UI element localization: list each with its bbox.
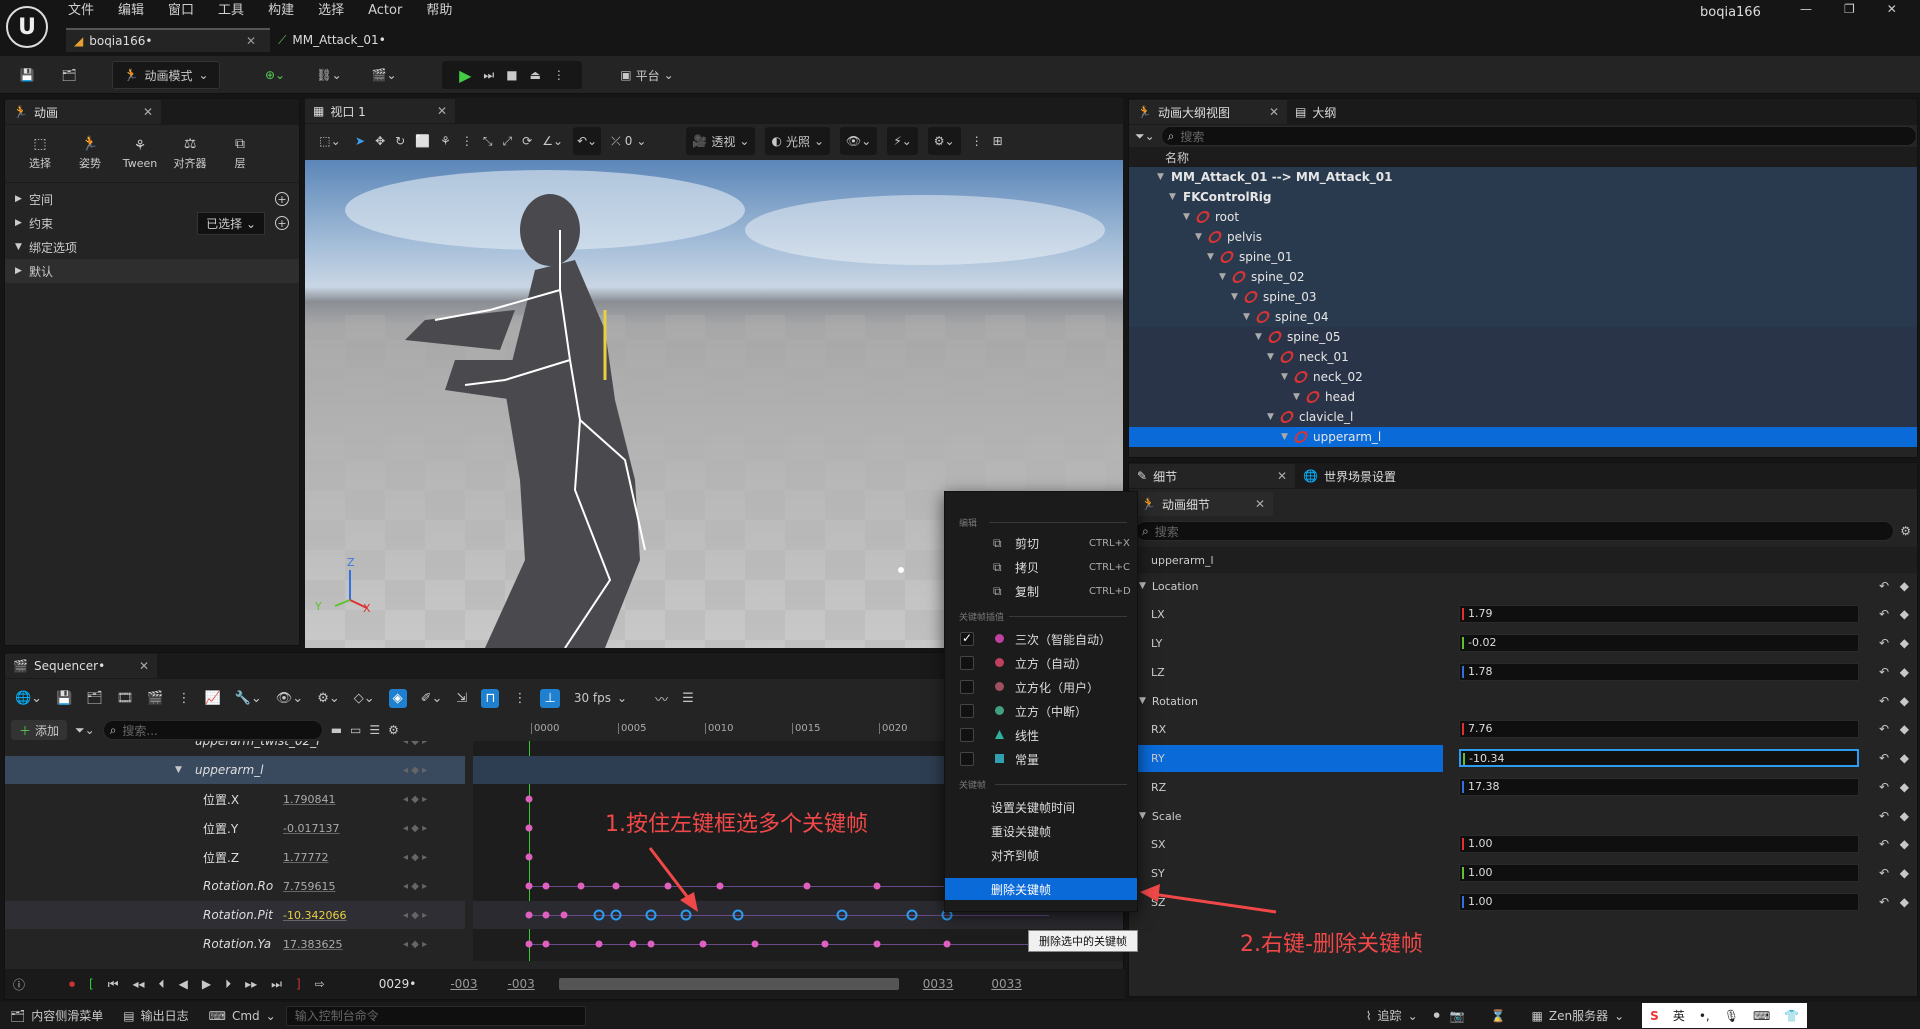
trace-icon: ⌇ bbox=[1365, 1008, 1372, 1023]
skin-icon[interactable]: 👕 bbox=[1784, 1009, 1799, 1023]
interp-dot-icon bbox=[995, 658, 1004, 667]
menu-item-edit[interactable]: ⧉ 剪切 CTRL+X bbox=[945, 532, 1137, 554]
menu-item-interp[interactable]: 立方（自动） bbox=[945, 652, 1137, 674]
drawer-icon: 🗂 bbox=[10, 1008, 26, 1023]
punctuation-icon[interactable]: •, bbox=[1699, 1009, 1710, 1023]
output-log-button[interactable]: ▤ 输出日志 bbox=[113, 1002, 198, 1029]
ime-lang[interactable]: 英 bbox=[1673, 1007, 1685, 1024]
interp-dot-icon bbox=[995, 706, 1004, 715]
zen-server-button[interactable]: ▦ Zen服务器 ⌄ bbox=[1532, 1007, 1625, 1024]
edit-icon: ⧉ bbox=[993, 559, 1002, 574]
keyboard-icon[interactable]: ⌨ bbox=[1753, 1009, 1770, 1023]
ime-toolbar: S 英 •, 🎙 ⌨ 👕 bbox=[1642, 1003, 1808, 1028]
edit-icon: ⧉ bbox=[993, 583, 1002, 598]
menu-item-interp[interactable]: 立方化（用户） bbox=[945, 676, 1137, 698]
log-icon: ▤ bbox=[123, 1008, 135, 1023]
checkbox[interactable]: ✓ bbox=[960, 631, 974, 646]
menu-item-edit[interactable]: ⧉ 复制 CTRL+D bbox=[945, 580, 1137, 602]
checkbox[interactable] bbox=[960, 752, 974, 766]
console-input[interactable]: 输入控制台命令 bbox=[285, 1005, 586, 1026]
menu-item-edit[interactable]: ⧉ 拷贝 CTRL+C bbox=[945, 556, 1137, 578]
cmd-dropdown[interactable]: ⌨ Cmd ⌄ bbox=[199, 1002, 286, 1029]
mic-icon[interactable]: 🎙 bbox=[1724, 1009, 1739, 1023]
checkbox[interactable] bbox=[960, 704, 974, 718]
menu-item-interp[interactable]: 常量 bbox=[945, 748, 1137, 770]
record-icon[interactable]: ⏺ bbox=[1434, 1008, 1440, 1023]
hourglass-icon[interactable]: ⌛ bbox=[1491, 1009, 1506, 1023]
menu-item-key[interactable]: 对齐到帧 bbox=[945, 844, 1137, 866]
zen-icon: ▦ bbox=[1531, 1008, 1543, 1023]
menu-item-key[interactable]: 设置关键帧时间 bbox=[945, 796, 1137, 818]
menu-item-interp[interactable]: ✓ 三次（智能自动） bbox=[945, 628, 1137, 650]
camera-icon[interactable]: 📷 bbox=[1450, 1009, 1465, 1023]
section-interp: 关键帧插值 bbox=[959, 613, 1005, 623]
checkbox[interactable] bbox=[960, 728, 974, 742]
tooltip: 删除选中的关键帧 bbox=[1028, 930, 1138, 952]
menu-item-interp[interactable]: 线性 bbox=[945, 724, 1137, 746]
content-drawer-button[interactable]: 🗂 内容侧滑菜单 bbox=[0, 1002, 113, 1029]
trace-button[interactable]: ⌇ 追踪 ⌄ bbox=[1366, 1007, 1418, 1024]
interp-dot-icon bbox=[995, 634, 1004, 643]
context-menu: 编辑 ⧉ 剪切 CTRL+X ⧉ 拷贝 CTRL+C ⧉ 复制 CTRL+D 关键帧插值 ✓ 三次… bbox=[944, 491, 1138, 912]
sogou-icon[interactable]: S bbox=[1650, 1009, 1659, 1023]
interp-dot-icon bbox=[995, 682, 1004, 691]
menu-item-key[interactable]: 重设关键帧 bbox=[945, 820, 1137, 842]
section-edit: 编辑 bbox=[959, 519, 978, 529]
checkbox[interactable] bbox=[960, 656, 974, 670]
menu-item-interp[interactable]: 立方（中断） bbox=[945, 700, 1137, 722]
menu-item-key[interactable]: 删除关键帧 bbox=[945, 878, 1137, 900]
interp-dot-icon bbox=[995, 754, 1004, 763]
edit-icon: ⧉ bbox=[993, 535, 1002, 550]
interp-dot-icon bbox=[995, 730, 1004, 739]
status-bar: 🗂 内容侧滑菜单 ▤ 输出日志 ⌨ Cmd ⌄ 输入控制台命令 ⌇ 追踪 ⌄ ⏺ 📷 ⌛ ▦… bbox=[0, 1002, 1920, 1029]
section-key: 关键帧 bbox=[959, 781, 987, 791]
checkbox[interactable] bbox=[960, 680, 974, 694]
console-icon: ⌨ bbox=[208, 1008, 226, 1023]
